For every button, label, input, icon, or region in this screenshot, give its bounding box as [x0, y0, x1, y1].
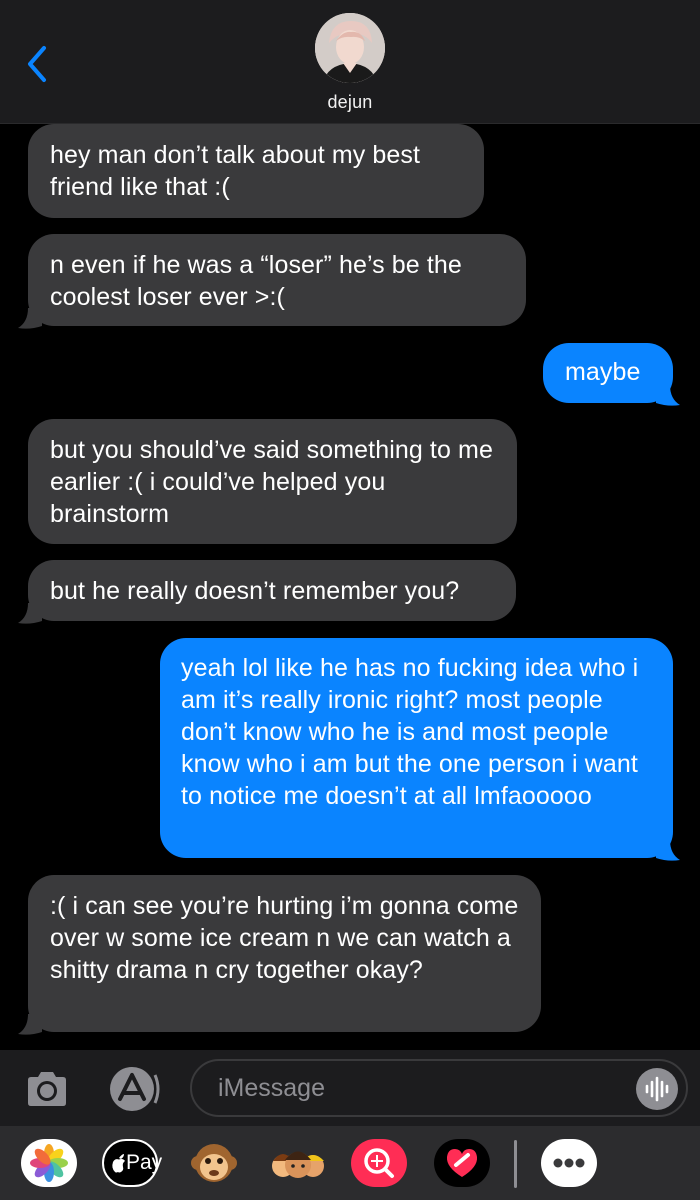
message-text: but you should’ve said something to me e… [50, 436, 493, 528]
apple-pay-app[interactable]: Pay [102, 1139, 162, 1187]
apple-pay-label: Pay [126, 1151, 163, 1174]
bubble-tail [18, 603, 42, 624]
camera-icon [28, 1072, 66, 1106]
photos-icon [30, 1144, 68, 1182]
gif-search-icon [364, 1148, 394, 1178]
drawer-divider [514, 1140, 517, 1188]
incoming-message-bubble[interactable]: but you should’ve said something to me e… [28, 419, 517, 544]
app-store-button[interactable] [106, 1065, 162, 1113]
animoji-app[interactable] [186, 1139, 242, 1187]
bubble-tail [18, 308, 42, 329]
avatar-photo [315, 13, 385, 83]
message-input-bar: iMessage [0, 1050, 700, 1126]
conversation-header: dejun [0, 0, 700, 124]
more-apps-button[interactable] [541, 1139, 597, 1187]
app-store-icon [110, 1067, 160, 1111]
memoji-icon [272, 1151, 324, 1178]
incoming-message-bubble[interactable]: hey man don’t talk about my best friend … [28, 124, 484, 218]
contact-avatar[interactable] [315, 13, 385, 83]
chevron-left-icon [28, 46, 46, 82]
message-text: n even if he was a “loser” he’s be the c… [50, 251, 462, 311]
input-placeholder: iMessage [218, 1074, 325, 1102]
animoji-monkey-icon [191, 1144, 237, 1182]
imessage-input[interactable]: iMessage [190, 1059, 688, 1117]
app-drawer: Pay [0, 1126, 700, 1200]
outgoing-message-bubble[interactable]: maybe [543, 343, 673, 403]
incoming-message-bubble[interactable]: n even if he was a “loser” he’s be the c… [28, 234, 526, 326]
photos-app[interactable] [21, 1139, 77, 1187]
outgoing-message-bubble[interactable]: yeah lol like he has no fucking idea who… [160, 638, 673, 858]
message-text: maybe [565, 358, 641, 386]
digital-touch-heart-icon [446, 1149, 478, 1177]
incoming-message-bubble[interactable]: but he really doesn’t remember you? [28, 560, 516, 621]
memoji-app[interactable] [268, 1139, 324, 1187]
message-text: :( i can see you’re hurting i’m gonna co… [50, 892, 519, 984]
contact-name[interactable]: dejun [0, 92, 700, 113]
incoming-message-bubble[interactable]: :( i can see you’re hurting i’m gonna co… [28, 875, 541, 1032]
audio-waveform-icon [645, 1076, 669, 1102]
camera-button[interactable] [24, 1068, 70, 1110]
message-text: but he really doesn’t remember you? [50, 577, 460, 605]
image-search-app[interactable] [351, 1139, 407, 1187]
back-button[interactable] [22, 42, 62, 86]
message-text: hey man don’t talk about my best friend … [50, 141, 421, 201]
bubble-tail [656, 385, 680, 406]
bubble-tail [18, 1014, 42, 1035]
audio-message-button[interactable] [636, 1068, 678, 1110]
digital-touch-app[interactable] [434, 1139, 490, 1187]
message-text: yeah lol like he has no fucking idea who… [181, 654, 639, 810]
more-apps-icon [553, 1158, 585, 1168]
bubble-tail [656, 840, 680, 861]
